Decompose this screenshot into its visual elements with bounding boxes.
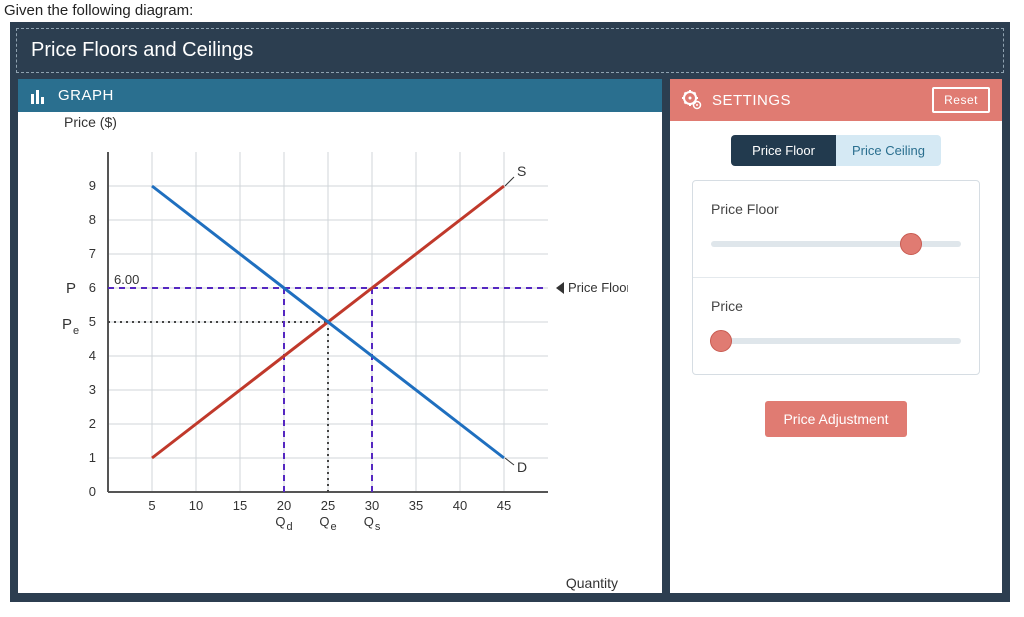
svg-text:15: 15 <box>233 498 247 513</box>
prompt-text: Given the following diagram: <box>4 2 193 19</box>
price-control-label: Price <box>711 298 961 314</box>
svg-text:3: 3 <box>89 382 96 397</box>
gear-icon <box>682 90 702 110</box>
settings-panel: SETTINGS Reset Price Floor Price Ceiling… <box>670 79 1002 593</box>
floor-pointer-icon <box>556 282 564 294</box>
svg-text:4: 4 <box>89 348 96 363</box>
app-frame: Price Floors and Ceilings GRAPH Price ($ <box>10 22 1010 602</box>
mode-price-ceiling[interactable]: Price Ceiling <box>836 135 941 166</box>
svg-text:6: 6 <box>89 280 96 295</box>
svg-text:8: 8 <box>89 212 96 227</box>
q-sub-labels: Qd Qe Qs <box>275 514 380 533</box>
price-control: Price <box>693 277 979 374</box>
floor-slider-thumb[interactable] <box>900 233 922 255</box>
mode-toggle: Price Floor Price Ceiling <box>731 135 941 166</box>
svg-text:35: 35 <box>409 498 423 513</box>
svg-text:Qe: Qe <box>319 514 336 533</box>
reset-button[interactable]: Reset <box>932 87 990 113</box>
svg-text:30: 30 <box>365 498 379 513</box>
floor-control-label: Price Floor <box>711 201 961 217</box>
floor-label-text: Price Floor <box>568 280 628 295</box>
price-slider[interactable] <box>711 338 961 344</box>
graph-panel: GRAPH Price ($) <box>18 79 662 593</box>
svg-text:45: 45 <box>497 498 511 513</box>
price-adjustment-button[interactable]: Price Adjustment <box>765 401 906 437</box>
svg-text:10: 10 <box>189 498 203 513</box>
svg-text:S: S <box>517 163 526 179</box>
floor-control: Price Floor <box>693 181 979 277</box>
bar-chart-icon <box>30 88 48 104</box>
chart-svg: S D Price Floor P Pe <box>48 122 628 542</box>
pe-label: Pe <box>62 316 79 337</box>
settings-header-label: SETTINGS <box>712 92 791 109</box>
controls-box: Price Floor Price <box>692 180 980 375</box>
settings-header: SETTINGS Reset <box>670 79 1002 121</box>
settings-body: Price Floor Price Ceiling Price Floor Pr… <box>670 121 1002 593</box>
svg-text:Qd: Qd <box>275 514 292 533</box>
x-ticks: 5 10 15 20 25 30 35 40 45 <box>148 498 511 513</box>
svg-text:D: D <box>517 459 527 475</box>
graph-header-label: GRAPH <box>58 87 114 104</box>
svg-text:40: 40 <box>453 498 467 513</box>
x-axis-title: Quantity <box>566 575 618 591</box>
svg-text:5: 5 <box>89 314 96 329</box>
svg-text:9: 9 <box>89 178 96 193</box>
app-title: Price Floors and Ceilings <box>16 28 1004 73</box>
svg-text:1: 1 <box>89 450 96 465</box>
graph-header: GRAPH <box>18 79 662 112</box>
svg-text:5: 5 <box>148 498 155 513</box>
svg-text:2: 2 <box>89 416 96 431</box>
p-value-text: 6.00 <box>114 272 139 287</box>
y-axis-title: Price ($) <box>64 114 117 130</box>
d-label: D <box>505 458 527 475</box>
svg-text:7: 7 <box>89 246 96 261</box>
floor-slider[interactable] <box>711 241 961 247</box>
p-label: P <box>66 280 76 297</box>
svg-text:25: 25 <box>321 498 335 513</box>
s-label: S <box>505 163 526 186</box>
svg-text:Qs: Qs <box>364 514 381 533</box>
price-slider-thumb[interactable] <box>710 330 732 352</box>
graph-body: Price ($) <box>18 112 662 593</box>
svg-text:0: 0 <box>89 484 96 499</box>
svg-text:20: 20 <box>277 498 291 513</box>
mode-price-floor[interactable]: Price Floor <box>731 135 836 166</box>
y-ticks: 0 1 2 3 4 5 6 7 8 9 <box>89 178 96 499</box>
